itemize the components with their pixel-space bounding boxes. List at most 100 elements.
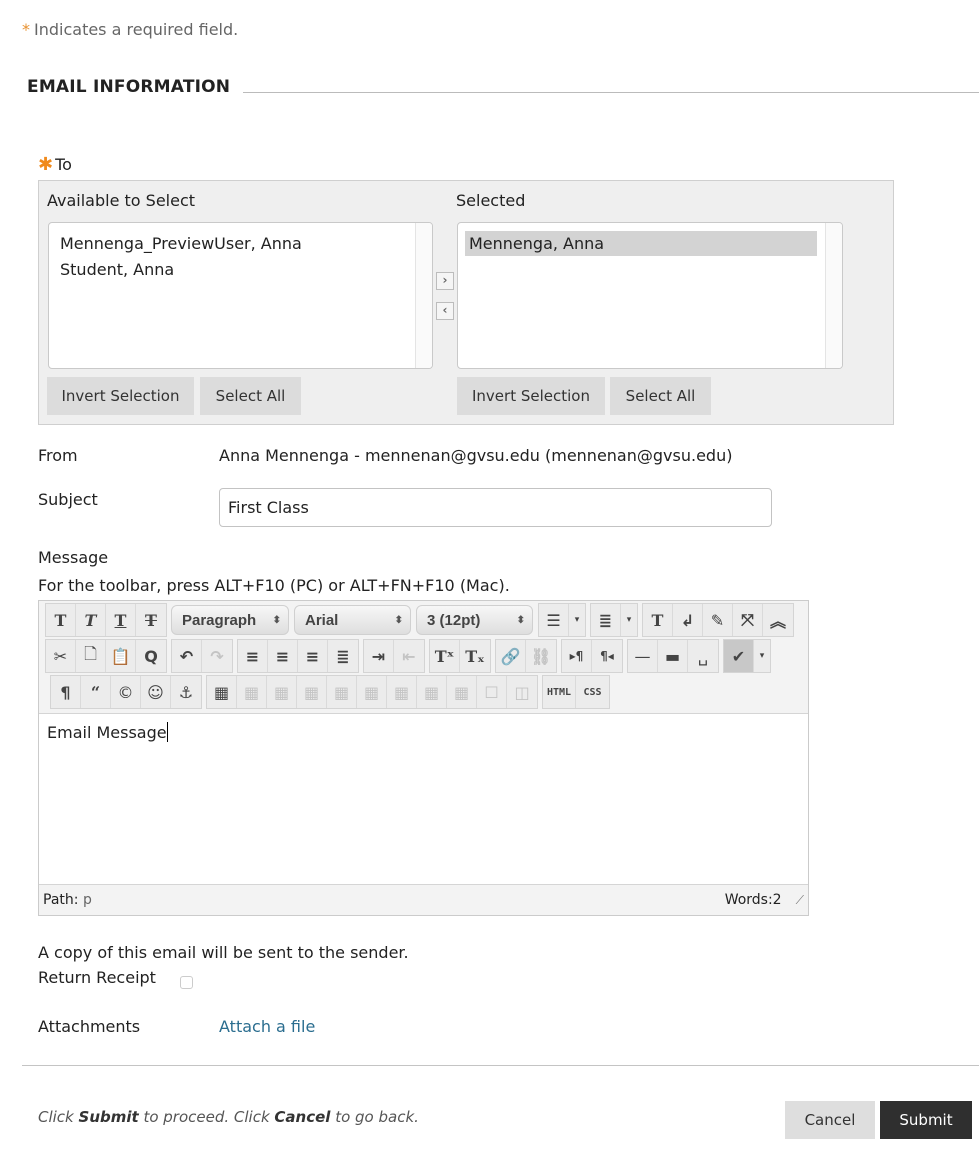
subscript-icon[interactable]: Tₓ: [460, 640, 490, 672]
thick-rule-icon[interactable]: ▬: [658, 640, 688, 672]
insert-col-after-icon[interactable]: ▦: [417, 676, 447, 708]
collapse-toolbar-icon[interactable]: ︽: [763, 604, 793, 636]
find-icon[interactable]: Q: [136, 640, 166, 672]
toolbar-row-2: ✂ 🗋 📋 Q ↶ ↷ ≡ ≡ ≡ ≣ ⇥ ⇤ Tˣ Tₓ 🔗 ⛓ ▸¶ ¶◂ …: [45, 638, 775, 674]
fullscreen-icon[interactable]: ⤧: [733, 604, 763, 636]
blockquote-icon[interactable]: “: [81, 676, 111, 708]
html-icon[interactable]: HTML: [543, 676, 576, 708]
justify-icon[interactable]: ≣: [328, 640, 358, 672]
available-invert-selection-button[interactable]: Invert Selection: [47, 377, 194, 415]
font-select[interactable]: Arial ⬍: [294, 605, 411, 635]
emoticon-icon[interactable]: ☺: [141, 676, 171, 708]
subject-input[interactable]: [219, 488, 772, 527]
delete-col-icon[interactable]: ▦: [447, 676, 477, 708]
copyright-icon[interactable]: ©: [111, 676, 141, 708]
message-body[interactable]: Email Message: [39, 713, 808, 885]
insert-row-before-icon[interactable]: ▦: [297, 676, 327, 708]
text-direction-icon[interactable]: T: [643, 604, 673, 636]
attach-file-link[interactable]: Attach a file: [219, 1017, 315, 1036]
scrollbar[interactable]: [825, 223, 842, 368]
anchor-icon[interactable]: ⚓: [171, 676, 201, 708]
merge-cells-icon[interactable]: ◫: [507, 676, 537, 708]
insert-col-before-icon[interactable]: ▦: [387, 676, 417, 708]
insert-row-after-icon[interactable]: ▦: [327, 676, 357, 708]
script-group: Tˣ Tₓ: [429, 639, 491, 673]
ltr-icon[interactable]: ▸¶: [562, 640, 592, 672]
cut-icon[interactable]: ✂: [46, 640, 76, 672]
scrollbar[interactable]: [415, 223, 432, 368]
size-select[interactable]: 3 (12pt) ⬍: [416, 605, 533, 635]
path-value[interactable]: p: [83, 892, 92, 908]
table-icon[interactable]: ▦: [207, 676, 237, 708]
superscript-icon[interactable]: Tˣ: [430, 640, 460, 672]
misc-group-1: T ↲ ✎ ⤧ ︽: [642, 603, 794, 637]
paragraph-mark-icon[interactable]: ¶: [51, 676, 81, 708]
return-receipt-checkbox[interactable]: [180, 976, 193, 989]
undo-icon[interactable]: ↶: [172, 640, 202, 672]
move-right-button[interactable]: ›: [436, 272, 454, 290]
numbered-list-group: ≣ ▾: [590, 603, 638, 637]
bold-icon[interactable]: T: [46, 604, 76, 636]
highlighter-icon[interactable]: ✎: [703, 604, 733, 636]
table-cell-props-icon[interactable]: ▦: [267, 676, 297, 708]
submit-button[interactable]: Submit: [880, 1101, 972, 1139]
strikethrough-icon[interactable]: T: [136, 604, 166, 636]
chevron-down-icon[interactable]: ▾: [621, 604, 637, 636]
available-listbox[interactable]: Mennenga_PreviewUser, Anna Student, Anna: [48, 222, 433, 369]
bullet-list-icon[interactable]: ☰: [539, 604, 569, 636]
list-item[interactable]: Mennenga_PreviewUser, Anna: [49, 231, 432, 257]
copy-icon[interactable]: 🗋: [76, 640, 106, 672]
message-label: Message: [38, 548, 109, 567]
updown-caret-icon: ⬍: [394, 614, 403, 626]
link-group: 🔗 ⛓: [495, 639, 557, 673]
text-cursor: [166, 722, 168, 742]
css-icon[interactable]: CSS: [576, 676, 609, 708]
align-right-icon[interactable]: ≡: [298, 640, 328, 672]
chevron-down-icon[interactable]: ▾: [569, 604, 585, 636]
available-select-all-button[interactable]: Select All: [200, 377, 301, 415]
horizontal-rule-icon[interactable]: —: [628, 640, 658, 672]
insert-group: — ▬ ␣: [627, 639, 719, 673]
clipboard-group: ✂ 🗋 📋 Q: [45, 639, 167, 673]
link-icon[interactable]: 🔗: [496, 640, 526, 672]
outdent-icon[interactable]: ⇤: [394, 640, 424, 672]
footer-note-cancel: Cancel: [274, 1108, 331, 1126]
nonbreaking-space-icon[interactable]: ␣: [688, 640, 718, 672]
to-label-text: To: [55, 155, 72, 174]
paste-text-icon[interactable]: ↲: [673, 604, 703, 636]
updown-caret-icon: ⬍: [516, 614, 525, 626]
spellcheck-icon[interactable]: ✔: [724, 640, 754, 672]
indent-group: ⇥ ⇤: [363, 639, 425, 673]
chevron-down-icon[interactable]: ▾: [754, 640, 770, 672]
selected-select-all-button[interactable]: Select All: [610, 377, 711, 415]
redo-icon[interactable]: ↷: [202, 640, 232, 672]
to-label: ✱ To: [38, 154, 72, 175]
indent-icon[interactable]: ⇥: [364, 640, 394, 672]
table-row-props-icon[interactable]: ▦: [237, 676, 267, 708]
underline-icon[interactable]: T: [106, 604, 136, 636]
italic-icon[interactable]: T: [76, 604, 106, 636]
selected-invert-selection-button[interactable]: Invert Selection: [457, 377, 605, 415]
resize-handle-icon[interactable]: ⟋: [796, 893, 804, 907]
split-cell-icon[interactable]: ☐: [477, 676, 507, 708]
editor-status-bar: Path: p Words:2 ⟋: [39, 885, 808, 915]
align-left-icon[interactable]: ≡: [238, 640, 268, 672]
message-body-text: Email Message: [47, 723, 167, 742]
cancel-button[interactable]: Cancel: [785, 1101, 875, 1139]
rtl-icon[interactable]: ¶◂: [592, 640, 622, 672]
bullet-list-group: ☰ ▾: [538, 603, 586, 637]
copy-note: A copy of this email will be sent to the…: [38, 943, 409, 962]
format-select[interactable]: Paragraph ⬍: [171, 605, 289, 635]
path-label: Path:: [43, 892, 79, 908]
list-item[interactable]: Mennenga, Anna: [465, 231, 817, 256]
paste-icon[interactable]: 📋: [106, 640, 136, 672]
list-item[interactable]: Student, Anna: [49, 257, 432, 283]
selected-listbox[interactable]: Mennenga, Anna: [457, 222, 843, 369]
move-left-button[interactable]: ‹: [436, 302, 454, 320]
unlink-icon[interactable]: ⛓: [526, 640, 556, 672]
numbered-list-icon[interactable]: ≣: [591, 604, 621, 636]
footer-divider: [22, 1065, 979, 1066]
delete-row-icon[interactable]: ▦: [357, 676, 387, 708]
direction-group: ▸¶ ¶◂: [561, 639, 623, 673]
align-center-icon[interactable]: ≡: [268, 640, 298, 672]
